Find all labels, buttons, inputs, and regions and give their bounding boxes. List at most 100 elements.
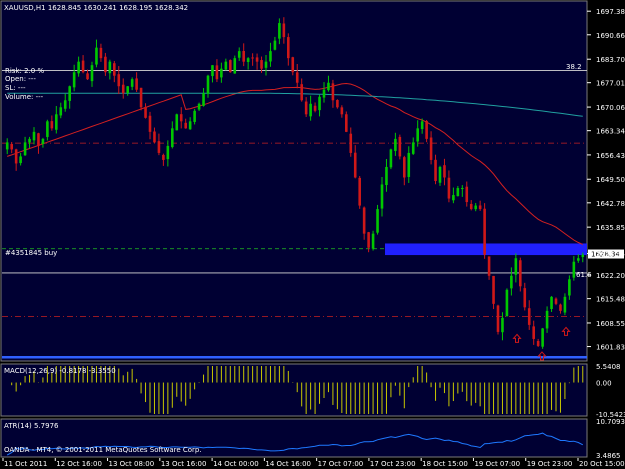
candle-body	[394, 138, 397, 151]
candle-body	[171, 128, 174, 148]
candle-body	[166, 145, 170, 160]
order-label[interactable]: #4351845 buy	[5, 249, 57, 257]
candle-body	[478, 205, 482, 210]
candle-body	[77, 61, 80, 74]
candle-body	[233, 58, 237, 74]
open-label: Open: ---	[5, 75, 36, 83]
candle-body	[157, 141, 161, 153]
candle-body	[483, 208, 486, 255]
time-tick-label: 13 Oct 08:00	[109, 460, 155, 468]
candle-body	[403, 157, 406, 178]
atr-title: ATR(14) 5.7976	[4, 422, 59, 430]
candle-body	[139, 87, 143, 108]
candle-body	[229, 60, 232, 73]
price-tick-label: 1683.70	[596, 56, 625, 64]
candle-body	[353, 152, 357, 178]
candle-body	[59, 107, 63, 116]
candle-body	[398, 136, 402, 157]
candle-body	[197, 103, 201, 110]
candle-body	[46, 121, 49, 137]
copyright: OANDA - MT4, © 2001-2011 MetaQuotes Soft…	[4, 446, 202, 454]
candle-body	[10, 144, 13, 150]
candle-body	[68, 86, 71, 101]
candle-body	[536, 340, 540, 346]
candle-body	[237, 51, 241, 58]
risk-label: Risk: 2.0 %	[5, 67, 44, 75]
candle-body	[572, 261, 576, 278]
price-tick-label: 1642.78	[596, 200, 625, 208]
price-axis: 1697.38 1690.66 1683.70 1677.01 1670.06 1663.…	[587, 8, 625, 352]
candle-body	[380, 184, 384, 209]
candle-body	[251, 57, 254, 59]
candle-body	[345, 114, 348, 132]
candle-body	[28, 138, 31, 143]
candle-body	[295, 72, 299, 83]
candle-body	[389, 149, 393, 168]
candle-body	[358, 177, 361, 206]
candle-body	[126, 86, 129, 94]
price-tick-label: 1649.50	[596, 176, 625, 184]
candle-body	[385, 166, 388, 186]
candle-body	[287, 37, 290, 59]
order-zone-rect	[385, 243, 587, 256]
time-tick-label: 20 Oct 15:00	[579, 460, 625, 468]
candle-body	[434, 159, 437, 181]
price-tick-label: 1663.34	[596, 128, 625, 136]
candle-body	[32, 131, 36, 141]
price-tick-label: 1622.20	[596, 272, 625, 280]
candle-body	[443, 165, 446, 178]
candle-body	[148, 115, 152, 132]
candle-body	[50, 121, 54, 129]
candle-body	[496, 305, 500, 332]
time-axis: 11 Oct 2011 12 Oct 16:00 13 Oct 08:00 13 Oc…	[2, 458, 625, 468]
time-tick-label: 13 Oct 16:00	[161, 460, 207, 468]
fib-618-label: 61.6	[576, 271, 592, 279]
candle-body	[19, 156, 22, 164]
candle-body	[255, 57, 259, 62]
candle-body	[407, 152, 411, 177]
candle-body	[95, 47, 98, 65]
price-tick-label: 1656.43	[596, 152, 625, 160]
candle-body	[452, 195, 455, 201]
time-tick-label: 17 Oct 23:00	[370, 460, 416, 468]
candle-body	[300, 84, 303, 101]
candle-body	[527, 308, 531, 325]
candle-body	[563, 296, 567, 313]
candle-body	[269, 51, 272, 62]
price-tick-label: 1690.66	[596, 32, 625, 40]
candle-body	[86, 73, 89, 80]
time-tick-label: 14 Oct 00:00	[213, 460, 259, 468]
macd-axis-label: 0.00	[596, 380, 612, 388]
candle-body	[492, 275, 495, 304]
candle-body	[264, 61, 268, 68]
candle-body	[153, 131, 156, 143]
macd-axis-label: 5.5408	[596, 363, 621, 371]
atr-axis-label: 3.4865	[596, 452, 621, 460]
candle-body	[322, 89, 326, 98]
candle-body	[532, 326, 535, 339]
candle-body	[505, 289, 509, 317]
time-tick-label: 11 Oct 2011	[4, 460, 47, 468]
sl-label: SL: ---	[5, 84, 26, 92]
candle-body	[104, 56, 107, 73]
candle-body	[55, 114, 58, 130]
candle-body	[469, 203, 473, 210]
trading-chart[interactable]: 1628.34 5.54080.00-10.5423 10.70933.4865…	[0, 0, 625, 469]
candle-body	[282, 23, 286, 38]
candle-body	[81, 60, 85, 73]
candle-body	[184, 122, 187, 129]
macd-title: MACD(12,26,9) -0.8178 -3.3550	[4, 367, 116, 375]
candle-body	[501, 317, 504, 333]
candle-body	[211, 65, 214, 77]
price-tick-label: 1697.38	[596, 8, 625, 16]
candle-body	[121, 84, 125, 94]
candle-body	[14, 149, 18, 164]
candle-body	[554, 298, 558, 304]
candle-body	[349, 133, 353, 153]
candle-body	[273, 40, 277, 50]
candle-body	[246, 58, 250, 62]
candle-body	[202, 93, 205, 106]
candle-body	[550, 296, 553, 309]
candle-body	[519, 260, 522, 287]
candle-body	[510, 275, 513, 289]
